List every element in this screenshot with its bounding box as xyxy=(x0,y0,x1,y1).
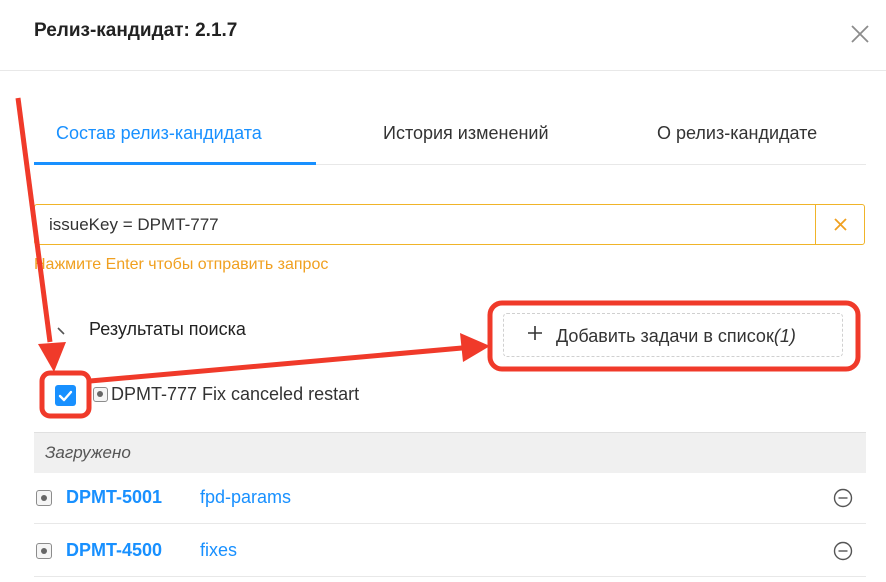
tab-about[interactable]: О релиз-кандидате xyxy=(657,123,817,144)
check-icon xyxy=(58,390,73,402)
add-tasks-label: Добавить задачи в список(1) xyxy=(556,326,796,346)
tab-composition[interactable]: Состав релиз-кандидата xyxy=(56,123,262,144)
plus-icon xyxy=(528,326,542,340)
add-tasks-button[interactable]: Добавить задачи в список(1) xyxy=(503,313,843,357)
issue-summary-link[interactable]: fixes xyxy=(200,540,237,561)
loaded-section-header: Загружено xyxy=(34,432,866,473)
add-tasks-count: (1) xyxy=(773,326,796,346)
annotation-arrow-right xyxy=(89,345,463,384)
modal-title: Релиз-кандидат: 2.1.7 xyxy=(34,20,238,41)
annotation-arrowhead-down xyxy=(38,342,66,372)
close-icon[interactable] xyxy=(849,23,871,45)
issue-type-icon xyxy=(36,490,52,506)
loaded-row: DPMT-5001 fpd-params xyxy=(34,472,866,524)
tabs-bar: Состав релиз-кандидата История изменений… xyxy=(34,108,866,165)
caret-icon[interactable] xyxy=(56,326,66,336)
issue-summary-link[interactable]: fpd-params xyxy=(200,487,291,508)
issue-key-link[interactable]: DPMT-4500 xyxy=(66,540,162,561)
loaded-title: Загружено xyxy=(45,443,131,462)
remove-icon[interactable] xyxy=(833,541,853,561)
remove-icon[interactable] xyxy=(833,488,853,508)
search-input[interactable] xyxy=(49,205,809,244)
issue-key-link[interactable]: DPMT-5001 xyxy=(66,487,162,508)
clear-search-button[interactable] xyxy=(815,205,864,244)
modal-header: Релиз-кандидат: 2.1.7 xyxy=(0,0,886,71)
active-tab-indicator xyxy=(34,162,316,165)
search-field xyxy=(34,204,865,245)
search-hint: Нажмите Enter чтобы отправить запрос xyxy=(34,256,329,273)
loaded-row: DPMT-4500 fixes xyxy=(34,525,866,577)
tab-history[interactable]: История изменений xyxy=(383,123,549,144)
results-title: Результаты поиска xyxy=(89,319,246,339)
issue-type-icon xyxy=(36,543,52,559)
issue-type-icon xyxy=(93,387,108,402)
clear-icon xyxy=(834,218,847,231)
result-checkbox[interactable] xyxy=(55,385,76,406)
result-item-text[interactable]: DPMT-777 Fix canceled restart xyxy=(111,384,359,405)
annotation-arrowhead-right xyxy=(460,333,490,362)
